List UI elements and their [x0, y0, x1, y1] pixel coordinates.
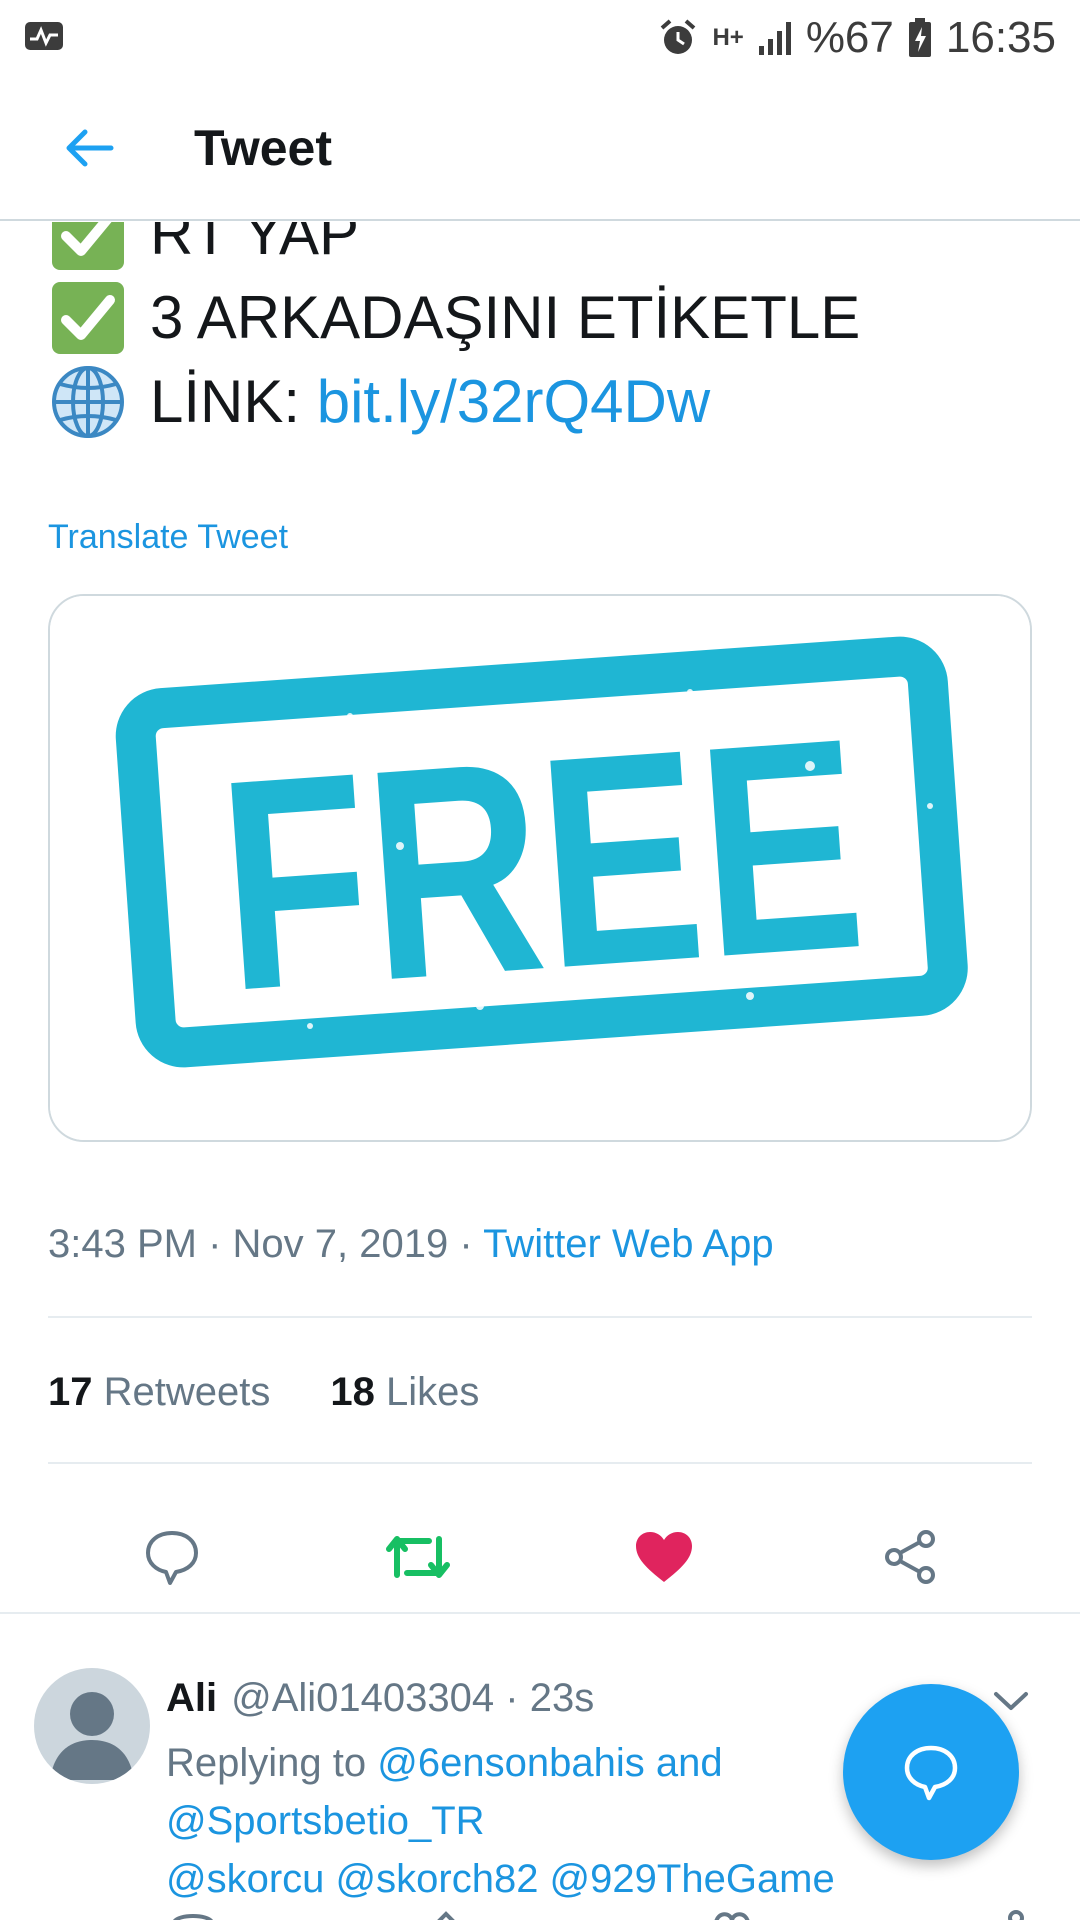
- translate-tweet-link[interactable]: Translate Tweet: [48, 518, 288, 557]
- tweet-media[interactable]: FREE: [48, 594, 1032, 1142]
- comment-icon[interactable]: [170, 1910, 216, 1920]
- reply-header: Ali @Ali01403304 · 23s: [166, 1676, 594, 1721]
- tweet-line-text: 3 ARKADAŞINI ETİKETLE: [150, 284, 861, 351]
- retweet-icon: [386, 1536, 450, 1578]
- free-stamp-image: FREE: [50, 596, 1030, 1140]
- signal-icon: [758, 20, 792, 56]
- chat-bubble-icon: [904, 1745, 958, 1801]
- tweet-source-link[interactable]: Twitter Web App: [483, 1222, 774, 1266]
- like-button[interactable]: [614, 1507, 714, 1607]
- mention-link[interactable]: @Sportsbetio_TR: [166, 1799, 485, 1843]
- tweet-time: 3:43 PM: [48, 1222, 197, 1266]
- heart-icon[interactable]: [712, 1910, 752, 1920]
- section-separator: [0, 1612, 1080, 1614]
- reply-actions-peek: [0, 1898, 1080, 1920]
- likes-count: 18: [330, 1370, 375, 1414]
- battery-charging-icon: [908, 18, 932, 58]
- tweet-line-2: 3 ARKADAŞINI ETİKETLE: [50, 276, 860, 360]
- retweet-button[interactable]: [368, 1507, 468, 1607]
- likes-stat[interactable]: 18 Likes: [330, 1370, 479, 1415]
- tweet-date: Nov 7, 2019: [232, 1222, 449, 1266]
- meta-separator: ·: [208, 1222, 233, 1266]
- reply-button[interactable]: [122, 1507, 222, 1607]
- tweet-line-3: LİNK: bit.ly/32rQ4Dw: [50, 360, 860, 444]
- share-button[interactable]: [860, 1507, 960, 1607]
- meta-separator: ·: [494, 1676, 530, 1720]
- divider: [48, 1316, 1032, 1318]
- battery-percent: %67: [805, 13, 894, 62]
- link-prefix: LİNK:: [150, 368, 317, 435]
- retweets-label: Retweets: [103, 1370, 271, 1414]
- reply-author-name[interactable]: Ali: [166, 1676, 217, 1720]
- free-stamp-word: FREE: [211, 674, 873, 1054]
- tweet-line-text: RT YAP: [150, 222, 360, 267]
- replying-prefix: Replying to: [166, 1741, 367, 1785]
- tweet-link[interactable]: bit.ly/32rQ4Dw: [317, 360, 710, 444]
- share-icon[interactable]: [1004, 1906, 1028, 1920]
- tweet-text: RT YAP 3 ARKADAŞINI ETİKETLE LİNK: bit.l…: [50, 222, 860, 444]
- tweet-meta: 3:43 PM · Nov 7, 2019 · Twitter Web App: [48, 1222, 774, 1267]
- tweet-detail: RT YAP 3 ARKADAŞINI ETİKETLE LİNK: bit.l…: [0, 222, 1080, 1920]
- check-box-emoji-icon: [52, 282, 124, 354]
- app-header: Tweet: [0, 76, 1080, 221]
- clock-time: 16:35: [945, 13, 1056, 62]
- tweet-stats: 17 Retweets 18 Likes: [48, 1370, 479, 1415]
- compose-reply-button[interactable]: [843, 1684, 1019, 1860]
- mention-link[interactable]: @6ensonbahis: [377, 1741, 644, 1785]
- retweet-icon[interactable]: [432, 1910, 472, 1920]
- reply-time: 23s: [529, 1676, 595, 1720]
- divider: [48, 1462, 1032, 1464]
- retweets-stat[interactable]: 17 Retweets: [48, 1370, 270, 1415]
- arrow-left-icon: [66, 129, 114, 166]
- activity-monitor-icon: [24, 21, 64, 56]
- replying-and: and: [655, 1741, 723, 1785]
- tweet-actions: [0, 1507, 1080, 1607]
- retweets-count: 17: [48, 1370, 93, 1414]
- tweet-line-1: RT YAP: [50, 222, 860, 276]
- network-type-icon: H+: [712, 24, 744, 51]
- page-title: Tweet: [194, 119, 332, 176]
- check-box-emoji-icon: [52, 222, 124, 270]
- alarm-icon: [658, 18, 698, 58]
- comment-icon: [146, 1531, 198, 1585]
- meta-separator: ·: [459, 1222, 484, 1266]
- heart-filled-icon: [636, 1532, 692, 1582]
- reply-author-handle[interactable]: @Ali01403304: [231, 1676, 494, 1720]
- default-avatar-icon: [50, 1692, 134, 1780]
- avatar[interactable]: [34, 1668, 150, 1784]
- share-icon: [885, 1530, 935, 1584]
- globe-emoji-icon: [52, 366, 124, 438]
- status-bar: H+ %67 16:35: [0, 0, 1080, 76]
- back-button[interactable]: [44, 103, 134, 193]
- likes-label: Likes: [386, 1370, 480, 1414]
